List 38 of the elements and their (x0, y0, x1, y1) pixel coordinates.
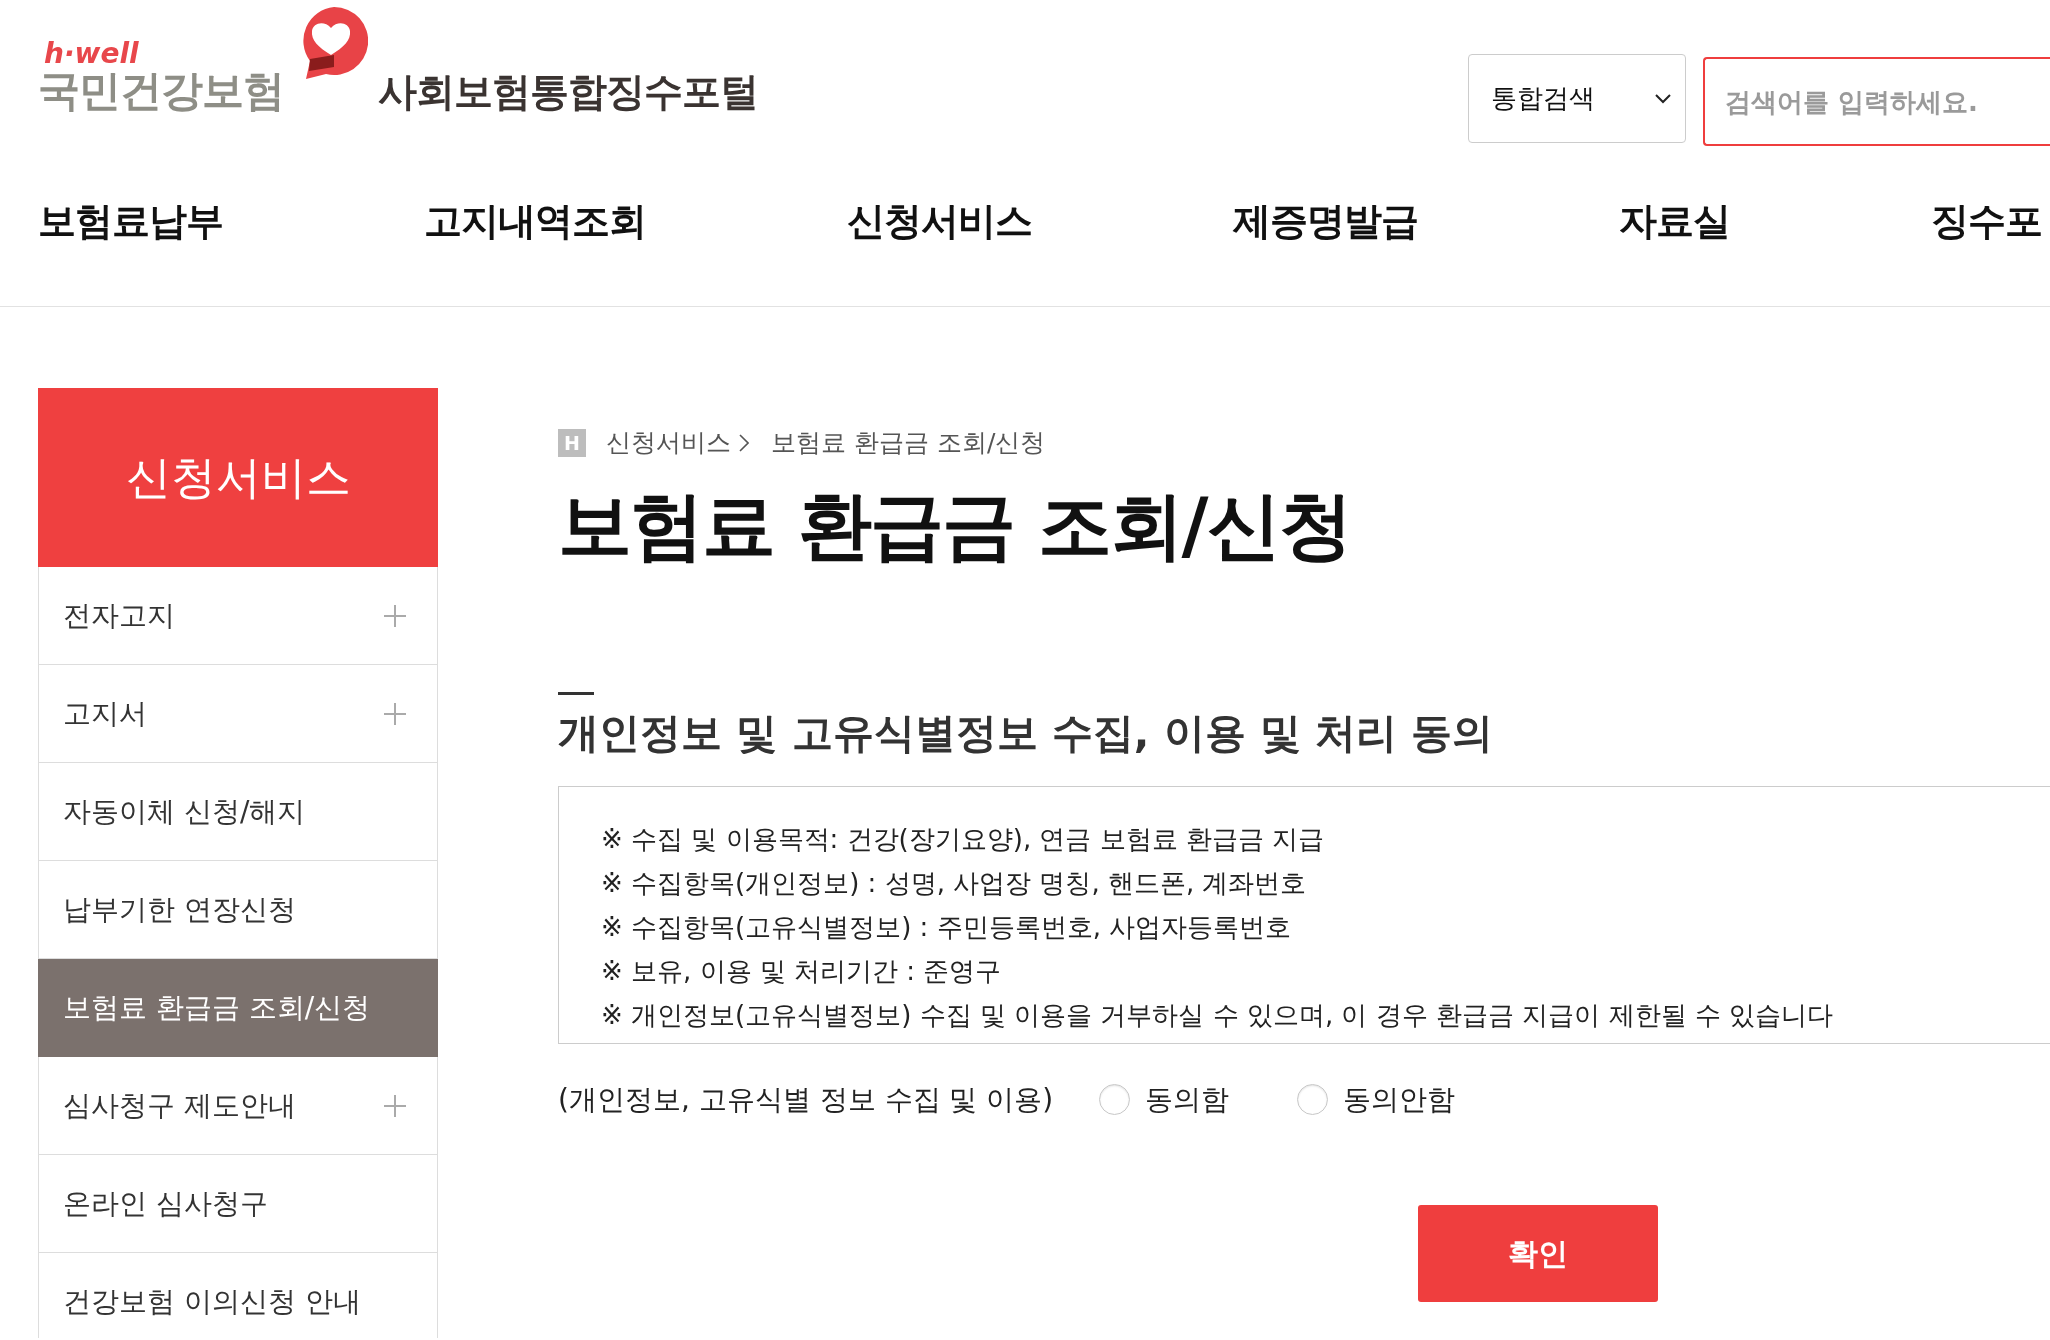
radio-button[interactable] (1099, 1084, 1131, 1116)
section-title: 개인정보 및 고유식별정보 수집, 이용 및 처리 동의 (558, 708, 1494, 758)
nav-menu-item[interactable]: 징수포 (1931, 199, 2042, 245)
sidebar-menu-item[interactable]: 자동이체 신청/해지 (38, 763, 438, 861)
chevron-down-icon (1655, 93, 1671, 104)
sidebar-menu-item[interactable]: 건강보험 이의신청 안내 (38, 1253, 438, 1338)
nav-menu-item[interactable]: 보험료납부 (38, 199, 223, 245)
notice-line: ※ 수집항목(고유식별정보) : 주민등록번호, 사업자등록번호 (601, 911, 1293, 944)
logo-text: 국민건강보험 (38, 68, 284, 115)
consent-label: (개인정보, 고유식별 정보 수집 및 이용) (558, 1082, 1054, 1118)
sidebar-menu-item[interactable]: 심사청구 제도안내 (38, 1057, 438, 1155)
sidebar-header: 신청서비스 (38, 388, 438, 567)
nav-menu-item[interactable]: 제증명발급 (1233, 199, 1418, 245)
search-scope-select[interactable]: 통합검색 (1468, 54, 1686, 143)
nav-menu-item[interactable]: 자료실 (1619, 199, 1730, 245)
notice-line: ※ 수집항목(개인정보) : 성명, 사업장 명칭, 핸드폰, 계좌번호 (601, 867, 1308, 900)
sidebar-menu-item[interactable]: 전자고지 (38, 567, 438, 665)
logo-tagline: h·well (44, 40, 139, 68)
sidebar-menu-item[interactable]: 납부기한 연장신청 (38, 861, 438, 959)
confirm-button[interactable]: 확인 (1418, 1205, 1658, 1302)
notice-line: ※ 수집 및 이용목적: 건강(장기요양), 연금 보험료 환급금 지급 (601, 823, 1326, 856)
accent-line (558, 691, 594, 695)
breadcrumb-link[interactable]: 신청서비스 (606, 429, 731, 457)
radio-label[interactable]: 동의함 (1145, 1079, 1230, 1121)
radio-button[interactable] (1297, 1084, 1329, 1116)
page-title: 보험료 환급금 조회/신청 (558, 481, 1351, 570)
chevron-right-icon (739, 434, 749, 452)
radio-label[interactable]: 동의안함 (1343, 1079, 1456, 1121)
search-field[interactable]: 검색어를 입력하세요. (1703, 57, 2050, 146)
portal-title: 사회보험통합징수포털 (378, 69, 758, 116)
breadcrumb-current: 보험료 환급금 조회/신청 (771, 429, 1046, 457)
nav-menu-item[interactable]: 고지내역조회 (424, 199, 646, 245)
sidebar-menu-item[interactable]: 온라인 심사청구 (38, 1155, 438, 1253)
sidebar-menu-item[interactable]: 고지서 (38, 665, 438, 763)
sidebar-menu-item[interactable]: 보험료 환급금 조회/신청 (38, 959, 438, 1057)
nav-menu-item[interactable]: 신청서비스 (847, 199, 1032, 245)
notice-line: ※ 개인정보(고유식별정보) 수집 및 이용을 거부하실 수 있으며, 이 경우 환급금 지급이 제한될 수 있습니다 (601, 999, 1835, 1032)
notice-line: ※ 보유, 이용 및 처리기간 : 준영구 (601, 955, 1003, 988)
